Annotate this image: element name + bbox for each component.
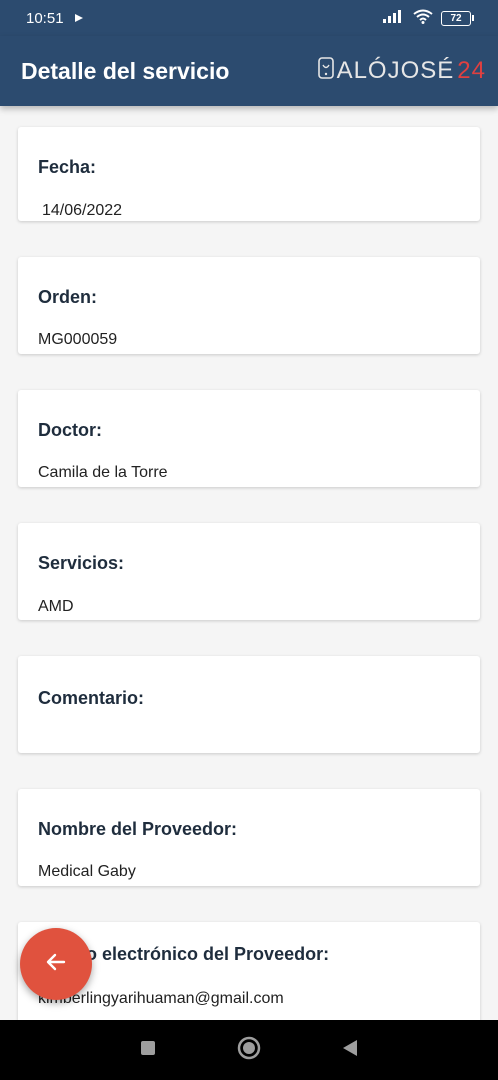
field-value: MG000059 (38, 331, 118, 348)
field-label: Servicios: (38, 553, 125, 573)
field-card-orden: Orden: MG000059 (18, 257, 480, 354)
field-label: Comentario: (38, 688, 145, 708)
play-icon (74, 10, 84, 27)
status-bar: 10:51 72 (0, 0, 498, 36)
field-card-fecha: Fecha: 14/06/2022 (18, 127, 480, 221)
detail-list[interactable]: Fecha: 14/06/2022 Orden: MG000059 Doctor… (0, 106, 498, 1020)
recents-button[interactable] (140, 1040, 156, 1061)
field-value: 14/06/2022 (42, 202, 123, 219)
system-nav-bar (0, 1020, 498, 1080)
field-label: Orden: (38, 287, 98, 307)
system-back-button[interactable] (342, 1039, 358, 1062)
field-label: Doctor: (38, 420, 102, 440)
app-bar: Detalle del servicio ALÓJOSÉ 24 (0, 36, 498, 106)
page-title: Detalle del servicio (21, 57, 230, 84)
field-value: AMD (38, 598, 74, 615)
field-card-doctor: Doctor: Camila de la Torre (18, 390, 480, 487)
phone-logo-icon (317, 56, 334, 86)
brand-logo: ALÓJOSÉ 24 (317, 56, 486, 86)
field-card-proveedor: Nombre del Proveedor: Medical Gaby (18, 789, 480, 886)
logo-text: ALÓJOSÉ (336, 57, 455, 84)
status-time: 10:51 (26, 9, 64, 27)
field-card-comentario: Comentario: (18, 656, 480, 753)
field-value: Camila de la Torre (38, 464, 168, 481)
arrow-left-icon (44, 950, 68, 979)
field-value: Medical Gaby (38, 863, 136, 880)
field-label: Fecha: (38, 157, 97, 177)
back-button[interactable] (20, 928, 92, 1000)
logo-text-accent: 24 (457, 57, 486, 84)
battery-level: 72 (441, 10, 471, 26)
field-label: Nombre del Proveedor: (38, 819, 238, 839)
field-card-servicios: Servicios: AMD (18, 523, 480, 620)
home-button[interactable] (237, 1036, 261, 1065)
wifi-icon (413, 9, 433, 28)
battery-icon: 72 (441, 10, 474, 26)
signal-icon (383, 9, 405, 27)
